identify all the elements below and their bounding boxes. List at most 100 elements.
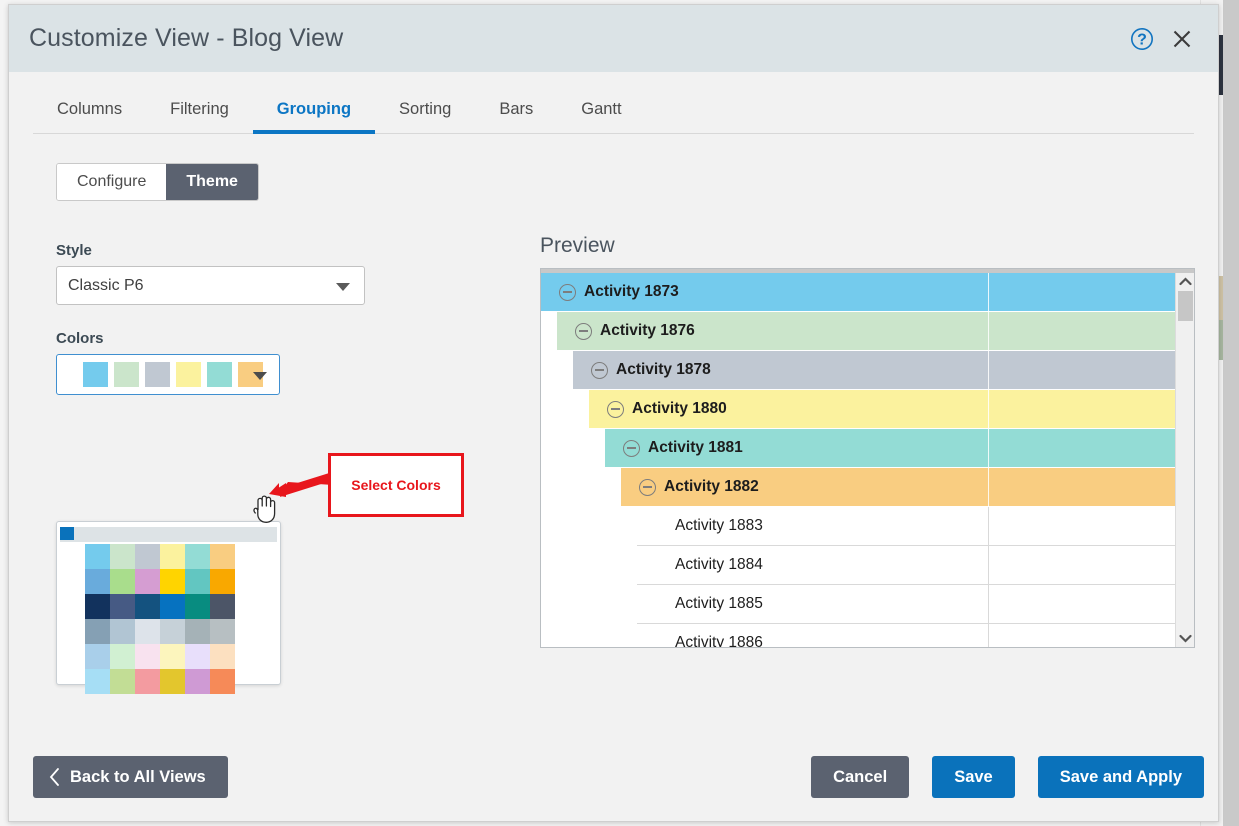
preview-scroll-thumb[interactable] <box>1178 291 1193 321</box>
chevron-down-icon <box>1179 634 1192 643</box>
palette-swatch-r1-c1[interactable] <box>85 543 110 568</box>
palette-swatch-r5-c2[interactable] <box>110 643 135 668</box>
palette-swatch-r1-c6[interactable] <box>210 543 235 568</box>
page-title: Customize View - Blog View <box>29 24 1122 53</box>
preview-column-divider <box>988 624 989 647</box>
palette-swatch-r4-c2[interactable] <box>110 618 135 643</box>
collapse-minus-icon[interactable] <box>575 323 592 340</box>
colors-dropdown-panel[interactable] <box>56 521 281 685</box>
tab-sorting[interactable]: Sorting <box>375 94 475 134</box>
palette-swatch-r4-c5[interactable] <box>185 618 210 643</box>
style-select[interactable]: Classic P6 <box>56 266 365 305</box>
palette-swatch-r2-c1[interactable] <box>85 568 110 593</box>
palette-swatch-r1-c4[interactable] <box>160 543 185 568</box>
palette-swatch-r5-c6[interactable] <box>210 643 235 668</box>
colors-select[interactable] <box>56 354 280 395</box>
help-button[interactable]: ? <box>1122 19 1162 59</box>
palette-swatch-r3-c4[interactable] <box>160 593 185 618</box>
cancel-button[interactable]: Cancel <box>811 756 909 798</box>
preview-column-divider <box>988 507 989 545</box>
palette-swatch-r4-c4[interactable] <box>160 618 185 643</box>
palette-swatch-color <box>135 594 160 619</box>
palette-swatch-color <box>110 594 135 619</box>
palette-swatch-r6-c2[interactable] <box>110 668 135 693</box>
palette-swatch-r4-c3[interactable] <box>135 618 160 643</box>
palette-swatch-r6-c6[interactable] <box>210 668 235 693</box>
palette-swatch-r1-c3[interactable] <box>135 543 160 568</box>
palette-swatch-r2-c5[interactable] <box>185 568 210 593</box>
save-and-apply-button[interactable]: Save and Apply <box>1038 756 1204 798</box>
palette-swatch-color <box>185 594 210 619</box>
tab-gantt[interactable]: Gantt <box>557 94 645 134</box>
palette-swatch-r2-c6[interactable] <box>210 568 235 593</box>
palette-swatch-r4-c6[interactable] <box>210 618 235 643</box>
preview-row[interactable]: Activity 1885 <box>637 585 1175 624</box>
tab-strip: Columns Filtering Grouping Sorting Bars … <box>33 94 1194 134</box>
close-icon <box>1169 26 1195 52</box>
preview-row[interactable]: Activity 1883 <box>637 507 1175 546</box>
palette-swatch-r2-c3[interactable] <box>135 568 160 593</box>
palette-swatch-r2-c2[interactable] <box>110 568 135 593</box>
selected-swatch-5 <box>207 362 232 387</box>
tab-grouping[interactable]: Grouping <box>253 94 375 134</box>
preview-scroll-down-button[interactable] <box>1176 630 1195 647</box>
tab-filtering[interactable]: Filtering <box>146 94 253 134</box>
preview-scrollbar[interactable] <box>1175 273 1194 647</box>
palette-swatch-r3-c2[interactable] <box>110 593 135 618</box>
palette-swatch-color <box>185 544 210 569</box>
preview-row[interactable]: Activity 1882 <box>621 468 1175 507</box>
preview-row[interactable]: Activity 1886 <box>637 624 1175 647</box>
preview-row[interactable]: Activity 1876 <box>557 312 1175 351</box>
palette-swatch-r6-c5[interactable] <box>185 668 210 693</box>
tab-bars[interactable]: Bars <box>475 94 557 134</box>
dialog-titlebar: Customize View - Blog View ? <box>9 5 1218 72</box>
palette-swatch-r6-c3[interactable] <box>135 668 160 693</box>
theme-tab-button[interactable]: Theme <box>166 164 258 200</box>
close-button[interactable] <box>1162 19 1202 59</box>
preview-row-name: Activity 1876 <box>600 322 695 340</box>
background-scrollbar[interactable] <box>1223 0 1239 826</box>
palette-swatch-r6-c4[interactable] <box>160 668 185 693</box>
palette-swatch-color <box>85 669 110 694</box>
preview-column-divider <box>988 312 989 350</box>
palette-swatch-r3-c1[interactable] <box>85 593 110 618</box>
collapse-minus-icon[interactable] <box>639 479 656 496</box>
preview-row-name: Activity 1878 <box>616 361 711 379</box>
footer-actions: Cancel Save Save and Apply <box>811 756 1204 798</box>
collapse-minus-icon[interactable] <box>607 401 624 418</box>
preview-row[interactable]: Activity 1881 <box>605 429 1175 468</box>
selected-swatch-3 <box>145 362 170 387</box>
palette-swatch-r4-c1[interactable] <box>85 618 110 643</box>
collapse-minus-icon[interactable] <box>623 440 640 457</box>
palette-swatch-r1-c5[interactable] <box>185 543 210 568</box>
palette-swatch-color <box>110 544 135 569</box>
palette-swatch-r3-c3[interactable] <box>135 593 160 618</box>
preview-column-divider <box>988 468 989 506</box>
palette-swatch-r5-c5[interactable] <box>185 643 210 668</box>
collapse-minus-icon[interactable] <box>559 284 576 301</box>
palette-swatch-r2-c4[interactable] <box>160 568 185 593</box>
preview-row-label-wrap: Activity 1886 <box>675 634 763 647</box>
tab-columns[interactable]: Columns <box>33 94 146 134</box>
configure-tab-button[interactable]: Configure <box>57 164 166 200</box>
preview-row-label-wrap: Activity 1878 <box>591 361 711 379</box>
chevron-left-icon <box>49 768 60 786</box>
palette-swatch-r5-c4[interactable] <box>160 643 185 668</box>
palette-swatch-r1-c2[interactable] <box>110 543 135 568</box>
back-to-all-views-button[interactable]: Back to All Views <box>33 756 228 798</box>
palette-swatch-r3-c6[interactable] <box>210 593 235 618</box>
collapse-minus-icon[interactable] <box>591 362 608 379</box>
preview-scroll-up-button[interactable] <box>1176 273 1195 290</box>
palette-swatch-color <box>160 569 185 594</box>
palette-swatch-r5-c3[interactable] <box>135 643 160 668</box>
preview-row[interactable]: Activity 1884 <box>637 546 1175 585</box>
preview-row[interactable]: Activity 1878 <box>573 351 1175 390</box>
palette-swatch-r6-c1[interactable] <box>85 668 110 693</box>
palette-swatch-r5-c1[interactable] <box>85 643 110 668</box>
preview-row[interactable]: Activity 1873 <box>541 273 1175 312</box>
palette-swatch-r3-c5[interactable] <box>185 593 210 618</box>
preview-grid: Activity 1873 Activity 1876 Activity 1878 A… <box>540 268 1195 648</box>
save-button[interactable]: Save <box>932 756 1015 798</box>
preview-row-name: Activity 1882 <box>664 478 759 496</box>
preview-row[interactable]: Activity 1880 <box>589 390 1175 429</box>
